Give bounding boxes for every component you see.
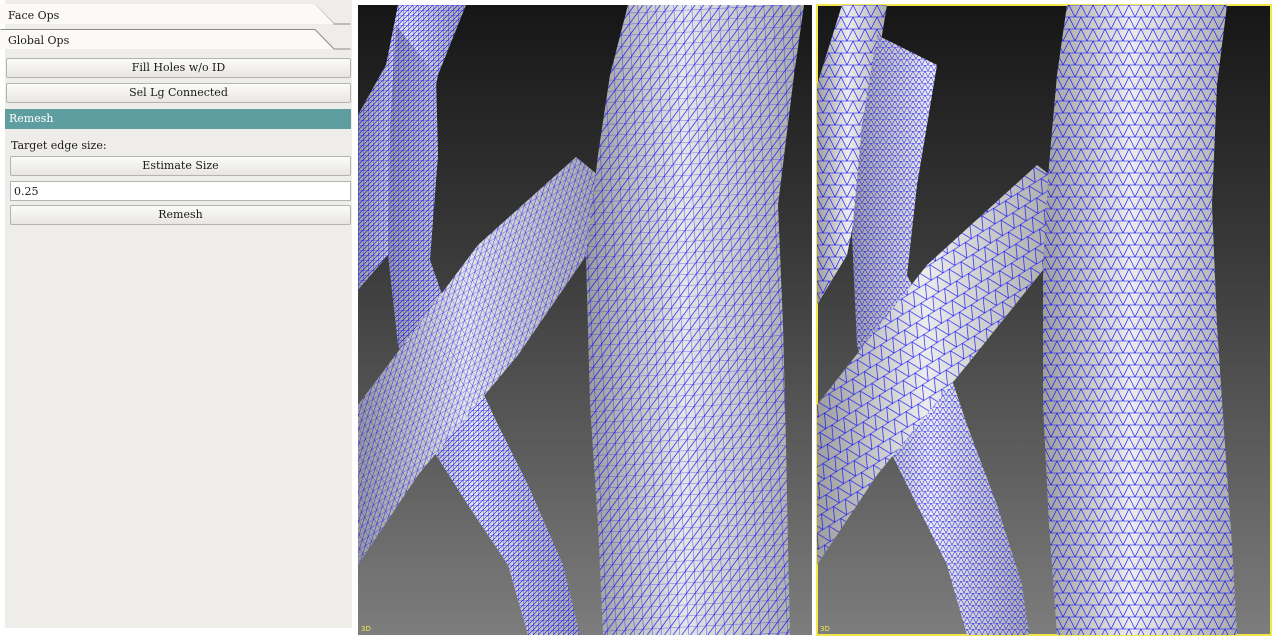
viewport-label: 3D: [820, 625, 830, 633]
main-vessel: [586, 5, 804, 635]
remesh-button[interactable]: Remesh: [10, 205, 351, 225]
edge-size-input[interactable]: [10, 181, 351, 201]
viewport-3d-left[interactable]: 3D: [358, 5, 812, 635]
remesh-section-header[interactable]: Remesh: [5, 109, 351, 129]
section-label: Face Ops: [8, 9, 60, 22]
fill-holes-button[interactable]: Fill Holes w/o ID: [6, 58, 351, 78]
tool-panel: Face Ops Global Ops Fill Holes w/o ID Se…: [0, 0, 356, 640]
viewport-label: 3D: [361, 625, 371, 633]
target-edge-size-label: Target edge size:: [11, 139, 107, 152]
section-label: Global Ops: [8, 34, 70, 47]
viewport-3d-right[interactable]: 3D: [816, 4, 1272, 636]
main-vessel: [1043, 5, 1237, 635]
mesh-render: [817, 5, 1237, 635]
sel-lg-connected-button[interactable]: Sel Lg Connected: [6, 83, 351, 103]
estimate-size-button[interactable]: Estimate Size: [10, 156, 351, 176]
mesh-render: [358, 5, 804, 635]
section-global-ops[interactable]: Global Ops: [0, 29, 351, 53]
section-face-ops[interactable]: Face Ops: [0, 4, 351, 28]
